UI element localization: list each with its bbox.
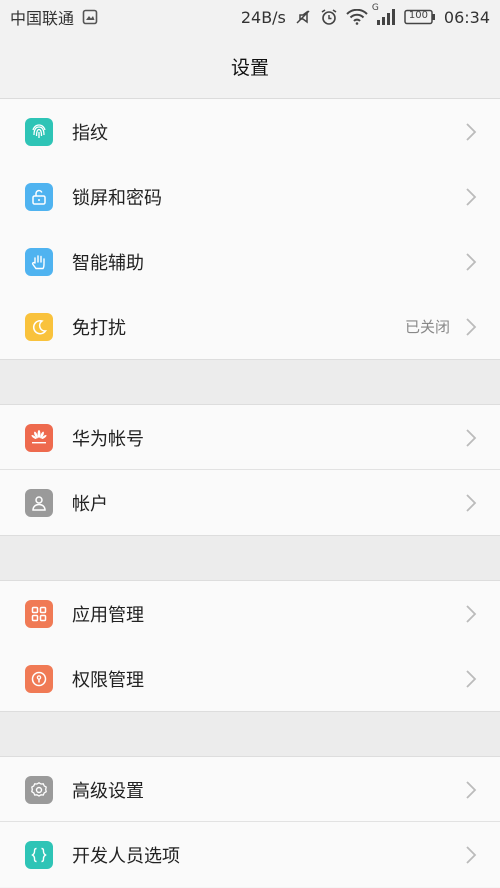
chevron-right-icon [466, 252, 477, 271]
settings-item-label: 高级设置 [72, 780, 144, 802]
keyhole-icon [25, 664, 53, 693]
wifi-icon [346, 9, 368, 25]
mute-icon [294, 8, 312, 26]
chevron-right-icon [466, 187, 477, 206]
settings-item-label: 应用管理 [72, 604, 144, 626]
page-title: 设置 [230, 56, 269, 79]
status-bar: 中国联通 24B/s G 100 06:34 [0, 0, 500, 34]
fingerprint-icon [25, 117, 53, 146]
moon-icon [25, 312, 53, 341]
apps-grid-icon [25, 599, 53, 628]
dnd-status-value: 已关闭 [404, 318, 450, 336]
settings-item-label: 权限管理 [72, 669, 144, 691]
chevron-right-icon [466, 780, 477, 799]
hand-icon [25, 247, 53, 276]
carrier-name: 中国联通 [10, 9, 75, 28]
signal-icon: G [372, 3, 396, 25]
alarm-icon [320, 8, 338, 26]
huawei-icon [25, 423, 53, 452]
signal-type: G [371, 3, 379, 13]
net-speed: 24B/s [240, 7, 286, 27]
settings-item-label: 指纹 [72, 122, 108, 144]
settings-item-permissions[interactable]: 权限管理 [0, 646, 500, 711]
section-divider [0, 359, 500, 405]
chevron-right-icon [466, 122, 477, 141]
chevron-right-icon [466, 317, 477, 336]
settings-item-label: 免打扰 [72, 317, 126, 339]
chevron-right-icon [466, 845, 477, 864]
chevron-right-icon [466, 428, 477, 447]
braces-icon [25, 840, 53, 869]
chevron-right-icon [466, 493, 477, 512]
lock-icon [25, 182, 53, 211]
settings-item-app-management[interactable]: 应用管理 [0, 581, 500, 646]
title-bar: 设置 [0, 34, 500, 99]
settings-item-do-not-disturb[interactable]: 免打扰 已关闭 [0, 294, 500, 359]
person-icon [25, 488, 53, 517]
settings-item-label: 华为帐号 [72, 428, 144, 450]
settings-group-advanced: 高级设置 开发人员选项 [0, 757, 500, 887]
settings-item-huawei-account[interactable]: 华为帐号 [0, 405, 500, 470]
settings-group-security: 指纹 锁屏和密码 智能辅助 免打扰 已关闭 [0, 99, 500, 359]
settings-group-accounts: 华为帐号 帐户 [0, 405, 500, 535]
settings-item-accounts[interactable]: 帐户 [0, 470, 500, 535]
settings-item-lockscreen[interactable]: 锁屏和密码 [0, 164, 500, 229]
battery-icon: 100 [404, 9, 436, 25]
settings-item-label: 智能辅助 [72, 252, 144, 274]
settings-item-smart-assist[interactable]: 智能辅助 [0, 229, 500, 294]
section-divider [0, 535, 500, 581]
settings-item-advanced[interactable]: 高级设置 [0, 757, 500, 822]
clock: 06:34 [443, 7, 490, 27]
settings-item-fingerprint[interactable]: 指纹 [0, 99, 500, 164]
settings-item-label: 开发人员选项 [72, 845, 180, 867]
chevron-right-icon [466, 604, 477, 623]
settings-item-developer-options[interactable]: 开发人员选项 [0, 822, 500, 887]
battery-level: 100 [408, 10, 428, 21]
gear-icon [25, 775, 53, 804]
settings-group-apps: 应用管理 权限管理 [0, 581, 500, 711]
notification-icon [82, 9, 98, 25]
chevron-right-icon [466, 669, 477, 688]
section-divider [0, 711, 500, 757]
settings-item-label: 锁屏和密码 [72, 187, 162, 209]
settings-item-label: 帐户 [72, 493, 108, 515]
